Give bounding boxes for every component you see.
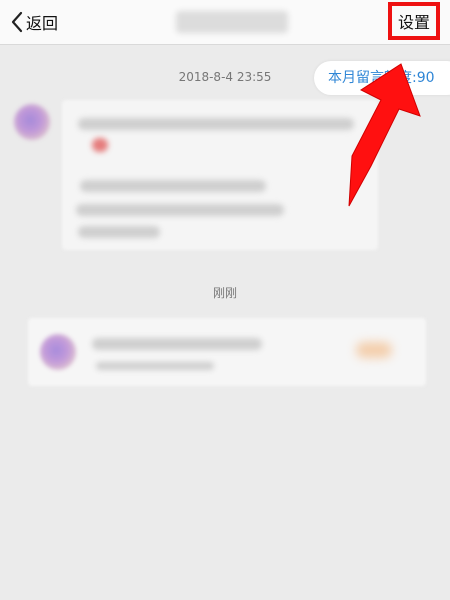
back-button[interactable]: 返回 [10,9,58,35]
blurred-orange-mark [356,342,392,358]
monthly-quota-text: 本月留言额度:90 [328,70,435,86]
sender-avatar[interactable] [14,104,50,140]
blurred-text-line [92,338,262,350]
blurred-text-line [80,180,266,192]
back-label: 返回 [26,14,59,33]
message-timestamp: 2018-8-4 23:55 [178,70,272,84]
top-nav-bar: 返回 设置 [0,0,450,45]
blurred-text-line [78,226,160,238]
blurred-text-line [96,362,214,370]
card-avatar [40,334,76,370]
blurred-red-mark [92,138,108,152]
monthly-quota-badge[interactable]: 本月留言额度:90 [314,61,450,95]
section-timestamp: 刚刚 [212,286,237,300]
settings-button[interactable]: 设置 [388,2,440,40]
blurred-text-line [76,204,284,216]
blurred-page-title [176,11,288,33]
settings-label: 设置 [397,13,430,32]
blurred-text-line [78,118,354,130]
chevron-left-icon [11,11,23,33]
